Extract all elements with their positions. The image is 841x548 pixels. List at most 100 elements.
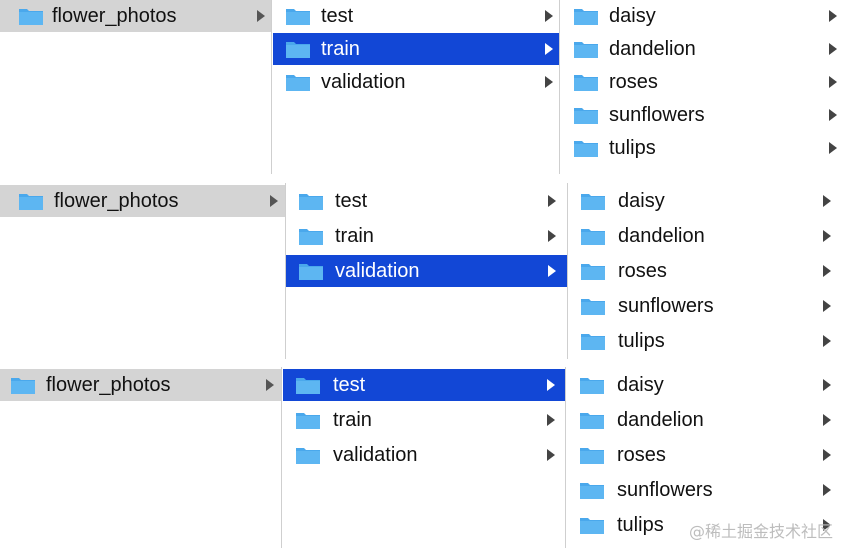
folder-icon [285,39,311,59]
folder-label: tulips [617,514,664,536]
folder-icon [295,375,321,395]
folder-item-roses[interactable]: roses [561,66,841,98]
folder-label: test [333,374,366,396]
column-classes: daisy dandelion roses sunflowers tulips [561,0,841,174]
folder-label: train [321,38,360,60]
folder-label: sunflowers [609,104,705,126]
folder-item-train[interactable]: train [273,33,559,65]
chevron-right-icon [823,230,831,242]
column-classes: daisy dandelion roses sunflowers tulips [568,183,841,359]
column-root: flower_photos [0,367,282,548]
finder-panel-2: flower_photos test train validation dais… [0,183,841,359]
folder-label: tulips [609,137,656,159]
folder-item-sunflowers[interactable]: sunflowers [567,474,841,506]
folder-icon [580,261,606,281]
folder-label: sunflowers [618,295,714,317]
folder-label: roses [609,71,658,93]
folder-icon [573,39,599,59]
chevron-right-icon [829,43,837,55]
folder-item-train[interactable]: train [283,404,565,436]
chevron-right-icon [547,379,555,391]
folder-icon [298,226,324,246]
folder-item-roses[interactable]: roses [568,255,841,287]
folder-label: test [335,190,368,212]
folder-icon [10,375,36,395]
folder-item-validation[interactable]: validation [286,255,568,287]
chevron-right-icon [823,449,831,461]
column-divider [565,367,566,548]
folder-icon [18,191,44,211]
chevron-right-icon [547,449,555,461]
folder-icon [579,480,605,500]
folder-item-test[interactable]: test [283,369,565,401]
folder-item-daisy[interactable]: daisy [567,369,841,401]
folder-item-test[interactable]: test [286,185,568,217]
folder-item-flower-photos[interactable]: flower_photos [0,185,286,217]
folder-icon [573,105,599,125]
folder-icon [285,72,311,92]
folder-label: dandelion [618,225,705,247]
folder-item-flower-photos[interactable]: flower_photos [0,0,272,32]
finder-panel-1: flower_photos test train validation dais… [0,0,841,174]
chevron-right-icon [548,195,556,207]
folder-icon [579,515,605,535]
column-divider [559,0,560,174]
column-root: flower_photos [0,183,286,359]
folder-label: flower_photos [54,190,179,212]
folder-icon [295,410,321,430]
folder-icon [579,445,605,465]
folder-item-flower-photos[interactable]: flower_photos [0,369,282,401]
folder-icon [295,445,321,465]
chevron-right-icon [823,195,831,207]
folder-item-validation[interactable]: validation [273,66,559,98]
folder-item-daisy[interactable]: daisy [568,185,841,217]
folder-icon [580,331,606,351]
folder-item-dandelion[interactable]: dandelion [561,33,841,65]
folder-label: dandelion [609,38,696,60]
chevron-right-icon [545,10,553,22]
folder-label: daisy [617,374,664,396]
folder-item-test[interactable]: test [273,0,559,32]
folder-icon [298,261,324,281]
folder-item-tulips[interactable]: tulips [568,325,841,357]
chevron-right-icon [823,414,831,426]
folder-label: flower_photos [46,374,171,396]
folder-icon [579,410,605,430]
watermark: @稀土掘金技术社区 [688,522,833,541]
folder-label: train [335,225,374,247]
folder-item-daisy[interactable]: daisy [561,0,841,32]
column-divider [271,0,272,174]
chevron-right-icon [257,10,265,22]
chevron-right-icon [823,379,831,391]
folder-item-sunflowers[interactable]: sunflowers [568,290,841,322]
folder-item-validation[interactable]: validation [283,439,565,471]
chevron-right-icon [823,265,831,277]
folder-label: sunflowers [617,479,713,501]
folder-icon [18,6,44,26]
folder-label: roses [617,444,666,466]
folder-label: tulips [618,330,665,352]
folder-item-tulips[interactable]: tulips [561,132,841,164]
folder-label: dandelion [617,409,704,431]
column-subfolders: test train validation [286,183,568,359]
folder-label: daisy [609,5,656,27]
folder-label: test [321,5,354,27]
column-root: flower_photos [0,0,272,174]
chevron-right-icon [823,484,831,496]
column-subfolders: test train validation [283,367,565,548]
folder-item-dandelion[interactable]: dandelion [567,404,841,436]
folder-item-sunflowers[interactable]: sunflowers [561,99,841,131]
folder-icon [573,6,599,26]
chevron-right-icon [266,379,274,391]
folder-icon [285,6,311,26]
chevron-right-icon [545,76,553,88]
folder-label: validation [335,260,420,282]
chevron-right-icon [823,335,831,347]
folder-item-dandelion[interactable]: dandelion [568,220,841,252]
chevron-right-icon [823,300,831,312]
chevron-right-icon [548,230,556,242]
folder-item-roses[interactable]: roses [567,439,841,471]
chevron-right-icon [548,265,556,277]
folder-item-train[interactable]: train [286,220,568,252]
chevron-right-icon [270,195,278,207]
